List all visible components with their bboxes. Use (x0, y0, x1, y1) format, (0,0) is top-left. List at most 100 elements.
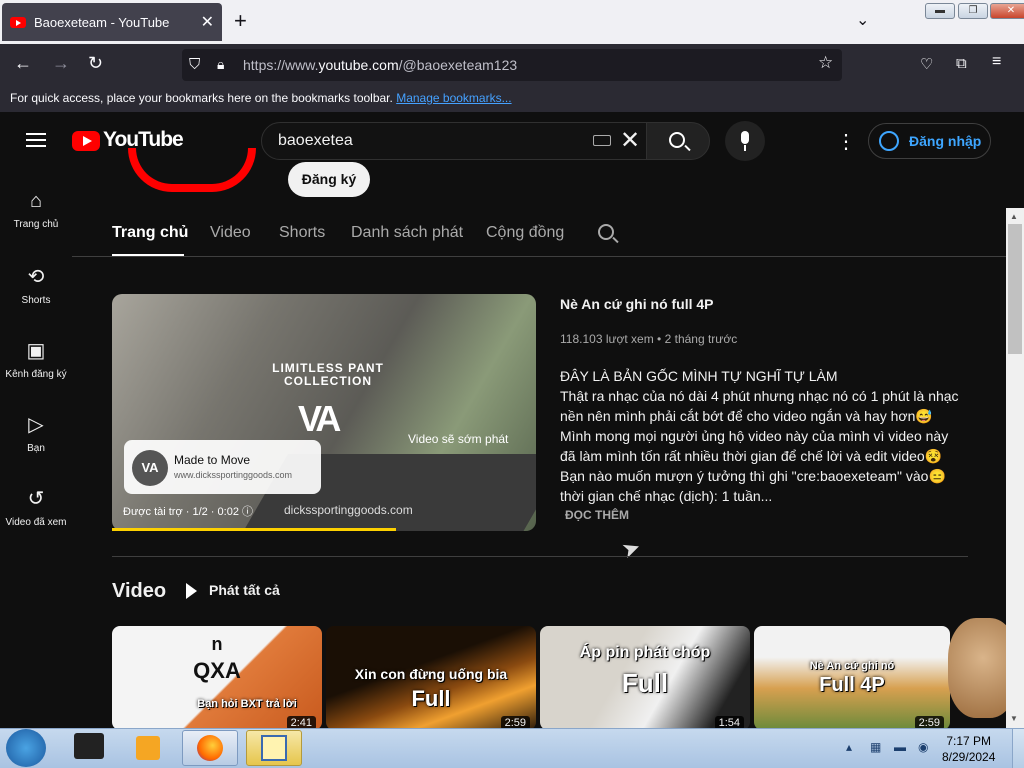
scroll-down-arrow-icon[interactable]: ▼ (1010, 714, 1018, 723)
sidebar-item-label: Bạn (27, 443, 45, 454)
window-close-button[interactable]: ✕ (990, 3, 1024, 19)
featured-video-meta: 118.103 lượt xem • 2 tháng trước (560, 332, 738, 346)
shield-icon[interactable]: ⛉ (189, 56, 200, 73)
tab-shorts[interactable]: Shorts (279, 224, 325, 242)
featured-video-title[interactable]: Nè An cứ ghi nó full 4P (560, 296, 714, 312)
keyboard-icon[interactable] (593, 135, 611, 146)
tab-home[interactable]: Trang chủ (112, 224, 188, 242)
sidebar-item-you[interactable]: ▷ Bạn (0, 412, 72, 454)
shorts-icon: ⟲ (27, 266, 45, 288)
media-player-icon[interactable] (136, 736, 160, 760)
sidebar-item-subscriptions[interactable]: ▣ Kênh đăng ký (0, 338, 72, 380)
sidebar-item-shorts[interactable]: ⟲ Shorts (0, 264, 72, 306)
show-desktop-button[interactable] (1012, 729, 1024, 768)
browser-tab[interactable]: Baoexeteam - YouTube ✕ (2, 3, 222, 41)
ad-advertiser-icon: VA (132, 450, 168, 486)
tray-app-icon[interactable]: ▦ (870, 740, 881, 754)
url-host: youtube.com (318, 57, 399, 73)
thumbnail-caption: Áp pin phát chóp (579, 644, 711, 661)
app-icon[interactable] (74, 733, 104, 759)
thumbnail-caption: Full 4P (819, 674, 885, 696)
video-thumbnail[interactable]: Áp pin phát chóp Full 1:54 (540, 626, 750, 730)
bookmark-star-icon[interactable]: ☆ (818, 53, 833, 73)
voice-search-button[interactable] (725, 121, 765, 161)
ad-overlay-brand: LIMITLESS PANT COLLECTION (272, 361, 384, 388)
start-button[interactable] (6, 729, 46, 767)
thumbnail-caption: n (211, 634, 223, 654)
ad-sponsored-label: Được tài trợ · 1/2 · 0:02 ⓘ (123, 506, 253, 518)
tab-videos[interactable]: Video (210, 224, 251, 242)
play-all-button[interactable]: Phát tất cả (186, 582, 280, 600)
channel-avatar (128, 148, 256, 192)
url-text[interactable]: https://www.youtube.com/@baoexeteam123 (243, 57, 517, 73)
sidebar-item-home[interactable]: ⌂ Trang chủ (0, 190, 72, 230)
video-thumbnail[interactable]: Nè An cứ ghi nó Full 4P 2:59 (754, 626, 950, 730)
sidebar-item-label: Kênh đăng ký (5, 369, 67, 380)
url-path: /@baoexeteam123 (398, 57, 518, 73)
tab-close-icon[interactable]: ✕ (201, 12, 214, 32)
mouse-cursor-icon: ➤ (618, 533, 644, 564)
tab-playlists[interactable]: Danh sách phát (351, 224, 463, 242)
sidebar-item-history[interactable]: ↺ Video đã xem (0, 486, 72, 528)
thumbnail-caption: Nè An cứ ghi nó (809, 660, 895, 672)
manage-bookmarks-link[interactable]: Manage bookmarks... (396, 91, 511, 105)
sign-in-label: Đăng nhập (909, 133, 982, 149)
divider (72, 256, 1006, 257)
menu-icon[interactable]: ≡ (992, 53, 1001, 71)
bookmarks-toolbar: For quick access, place your bookmarks h… (0, 86, 1024, 112)
channel-search-icon[interactable] (598, 224, 614, 240)
new-tab-icon[interactable]: + (234, 8, 247, 34)
home-icon: ⌂ (29, 190, 43, 212)
play-all-label: Phát tất cả (209, 582, 280, 598)
lock-icon[interactable]: 🔒︎ (217, 56, 224, 73)
app-window-icon (261, 735, 287, 761)
pocket-icon[interactable]: ♡ (920, 55, 933, 73)
video-thumbnail[interactable]: n QXA Bạn hỏi BXT trả lời 2:41 (112, 626, 322, 730)
show-hidden-icons[interactable]: ▴ (846, 740, 852, 754)
sidebar-item-label: Video đã xem (5, 517, 67, 528)
tab-title: Baoexeteam - YouTube (34, 14, 170, 30)
youtube-favicon-icon (10, 16, 26, 28)
subscribe-button[interactable]: Đăng ký (288, 162, 370, 197)
taskbar-firefox-button[interactable] (182, 730, 238, 766)
reload-icon[interactable]: ↻ (88, 53, 103, 74)
volume-icon[interactable]: ◉ (918, 740, 928, 754)
search-button[interactable] (646, 122, 710, 160)
more-options-icon[interactable]: ⋮ (836, 129, 856, 154)
ad-url[interactable]: www.dickssportinggoods.com (174, 470, 292, 480)
maximize-button[interactable]: ❐ (958, 3, 988, 19)
scroll-up-arrow-icon[interactable]: ▲ (1010, 212, 1018, 221)
scrollbar-thumb[interactable] (1008, 224, 1022, 354)
taskbar-app-button[interactable] (246, 730, 302, 766)
divider (112, 556, 968, 557)
search-input-value[interactable]: baoexetea (278, 132, 353, 150)
thumbnail-caption: Xin con đừng uống bia (354, 666, 508, 682)
play-icon (186, 583, 197, 600)
ad-title[interactable]: Made to Move (174, 453, 250, 467)
video-starting-soon: Video sẽ sớm phát (408, 432, 509, 446)
ad-progress-bar (112, 528, 397, 531)
bookmarks-hint: For quick access, place your bookmarks h… (10, 91, 393, 105)
network-icon[interactable]: ▬ (894, 740, 906, 754)
firefox-icon (197, 735, 223, 761)
youtube-logo-icon[interactable] (72, 131, 100, 151)
thumbnail-caption: QXA (193, 658, 241, 683)
taskbar-clock[interactable]: 7:17 PM 8/29/2024 (942, 733, 995, 765)
list-tabs-chevron-icon[interactable]: ⌄ (856, 10, 869, 30)
ad-domain[interactable]: dickssportinggoods.com (284, 503, 413, 517)
featured-video-description: ĐÂY LÀ BẢN GỐC MÌNH TỰ NGHĨ TỰ LÀM Thật … (560, 368, 959, 504)
video-thumbnail[interactable]: Xin con đừng uống bia Full 2:59 (326, 626, 536, 730)
tab-community[interactable]: Cộng đồng (486, 224, 564, 242)
account-icon (879, 131, 899, 151)
read-more-button[interactable]: ĐỌC THÊM (565, 508, 629, 522)
forward-arrow-icon[interactable]: → (52, 53, 70, 74)
hamburger-menu-icon[interactable] (26, 133, 46, 147)
extensions-icon[interactable]: ⧉ (956, 55, 967, 72)
clear-search-icon[interactable]: ✕ (620, 126, 640, 155)
back-arrow-icon[interactable]: ← (14, 53, 32, 74)
you-icon: ▷ (28, 414, 44, 436)
url-prefix: https://www. (243, 57, 319, 73)
minimize-button[interactable]: ▬ (925, 3, 955, 19)
thumbnail-caption: Bạn hỏi BXT trả lời (197, 698, 297, 710)
sign-in-button[interactable]: Đăng nhập (868, 123, 991, 159)
